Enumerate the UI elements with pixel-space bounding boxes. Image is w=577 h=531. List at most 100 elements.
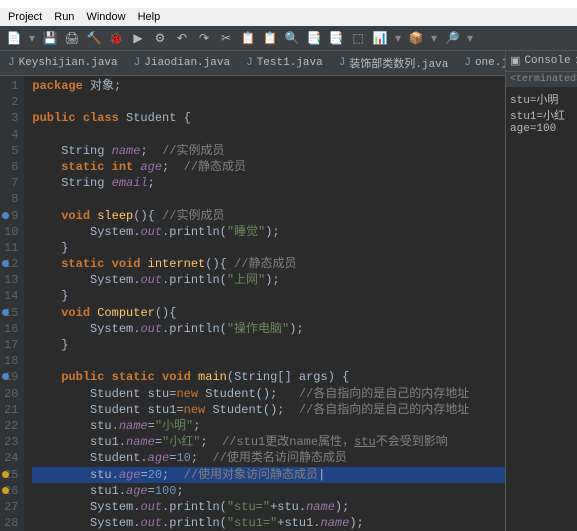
line-number[interactable]: 25 xyxy=(4,467,18,483)
editor-tab[interactable]: JTest1.java xyxy=(238,51,331,75)
code-line[interactable] xyxy=(32,191,505,207)
code-line[interactable]: System.out.println("stu1="+stu1.name); xyxy=(32,515,505,531)
line-number[interactable]: 6 xyxy=(4,159,18,175)
toolbar-button-7[interactable]: ⚙ xyxy=(152,30,168,46)
code-line[interactable]: public static void main(String[] args) { xyxy=(32,369,505,385)
toolbar-button-11[interactable]: 📋 xyxy=(240,30,256,46)
toolbar-button-21[interactable]: 🔎 xyxy=(444,30,460,46)
code-line[interactable]: } xyxy=(32,240,505,256)
toolbar-button-12[interactable]: 📋 xyxy=(262,30,278,46)
toolbar: 📄 ▾ 💾 🖨 🔨 🐞 ▶ ⚙ ↶ ↷ ✂ 📋 📋 🔍 📑 📑 ⬚ 📊 ▾ 📦 ▾ 🔎 ▾ xyxy=(0,26,577,51)
toolbar-button-15[interactable]: 📑 xyxy=(328,30,344,46)
line-number[interactable]: 16 xyxy=(4,321,18,337)
line-number[interactable]: 21 xyxy=(4,402,18,418)
toolbar-button-10[interactable]: ✂ xyxy=(218,30,234,46)
code-line[interactable]: Student stu1=new Student(); //各自指向的是自己的内… xyxy=(32,402,505,418)
console-line: age=100 xyxy=(510,123,573,135)
code-line[interactable]: System.out.println("stu="+stu.name); xyxy=(32,499,505,515)
toolbar-button-19[interactable]: 📦 xyxy=(408,30,424,46)
code-line[interactable]: static void internet(){ //静态成员 xyxy=(32,256,505,272)
toolbar-button-14[interactable]: 📑 xyxy=(306,30,322,46)
tab-label: Keyshijian.java xyxy=(19,57,118,69)
menu-help[interactable]: Help xyxy=(138,11,161,23)
line-number[interactable]: 8 xyxy=(4,191,18,207)
editor-tab[interactable]: JJiaodian.java xyxy=(126,51,238,75)
code-line[interactable]: String email; xyxy=(32,175,505,191)
line-number[interactable]: 12 xyxy=(4,256,18,272)
code-line[interactable] xyxy=(32,127,505,143)
editor-area: JKeyshijian.javaJJiaodian.javaJTest1.jav… xyxy=(0,51,505,531)
line-number[interactable]: 11 xyxy=(4,240,18,256)
code-line[interactable]: Student stu=new Student(); //各自指向的是自己的内存… xyxy=(32,386,505,402)
line-number[interactable]: 26 xyxy=(4,483,18,499)
code-line[interactable]: public class Student { xyxy=(32,110,505,126)
toolbar-button-6[interactable]: ▶ xyxy=(130,30,146,46)
menu-run[interactable]: Run xyxy=(54,11,74,23)
toolbar-button-5[interactable]: 🐞 xyxy=(108,30,124,46)
dropdown-icon[interactable]: ▾ xyxy=(394,30,402,46)
editor-tab[interactable]: Jone.java xyxy=(456,51,505,75)
toolbar-button-9[interactable]: ↷ xyxy=(196,30,212,46)
line-number[interactable]: 28 xyxy=(4,515,18,531)
line-number[interactable]: 4 xyxy=(4,127,18,143)
code-line[interactable] xyxy=(32,94,505,110)
code-line[interactable]: void sleep(){ //实例成员 xyxy=(32,208,505,224)
code-line[interactable]: String name; //实例成员 xyxy=(32,143,505,159)
code-line[interactable] xyxy=(32,353,505,369)
line-number[interactable]: 15 xyxy=(4,305,18,321)
editor-tab[interactable]: JKeyshijian.java xyxy=(0,51,126,75)
code-line[interactable]: stu.age=20; //使用对象访问静态成员| xyxy=(32,467,505,483)
code-line[interactable]: System.out.println("操作电脑"); xyxy=(32,321,505,337)
code-line[interactable]: Student.age=10; //使用类名访问静态成员 xyxy=(32,450,505,466)
line-number[interactable]: 24 xyxy=(4,450,18,466)
line-gutter: 1234567891011121314151617181920212223242… xyxy=(0,76,24,531)
line-number[interactable]: 10 xyxy=(4,224,18,240)
code-line[interactable]: stu1.name="小红"; //stu1更改name属性，stu不会受到影响 xyxy=(32,434,505,450)
toolbar-button-3[interactable]: 🖨 xyxy=(64,30,80,46)
toolbar-button-2[interactable]: 💾 xyxy=(42,30,58,46)
line-number[interactable]: 27 xyxy=(4,499,18,515)
title-bar xyxy=(0,0,577,8)
toolbar-button-4[interactable]: 🔨 xyxy=(86,30,102,46)
toolbar-button-8[interactable]: ↶ xyxy=(174,30,190,46)
dropdown-icon[interactable]: ▾ xyxy=(430,30,438,46)
code-line[interactable]: System.out.println("上网"); xyxy=(32,272,505,288)
code-line[interactable]: stu.name="小明"; xyxy=(32,418,505,434)
line-number[interactable]: 7 xyxy=(4,175,18,191)
editor-tab[interactable]: J装饰部类数列.java xyxy=(331,51,457,75)
line-number[interactable]: 23 xyxy=(4,434,18,450)
dropdown-icon[interactable]: ▾ xyxy=(466,30,474,46)
tab-label: 装饰部类数列.java xyxy=(349,55,448,71)
code-line[interactable]: } xyxy=(32,288,505,304)
line-number[interactable]: 20 xyxy=(4,386,18,402)
line-number[interactable]: 5 xyxy=(4,143,18,159)
line-number[interactable]: 3 xyxy=(4,110,18,126)
menu-project[interactable]: Project xyxy=(8,11,42,23)
toolbar-button-13[interactable]: 🔍 xyxy=(284,30,300,46)
code-lines[interactable]: package 对象; public class Student { String… xyxy=(24,76,505,531)
dropdown-icon[interactable]: ▾ xyxy=(28,30,36,46)
line-number[interactable]: 22 xyxy=(4,418,18,434)
line-number[interactable]: 18 xyxy=(4,353,18,369)
line-number[interactable]: 1 xyxy=(4,78,18,94)
toolbar-button-17[interactable]: 📊 xyxy=(372,30,388,46)
code-line[interactable]: stu1.age=100; xyxy=(32,483,505,499)
line-number[interactable]: 19 xyxy=(4,369,18,385)
line-number[interactable]: 13 xyxy=(4,272,18,288)
menu-window[interactable]: Window xyxy=(86,11,125,23)
toolbar-button-16[interactable]: ⬚ xyxy=(350,30,366,46)
code-line[interactable]: static int age; //静态成员 xyxy=(32,159,505,175)
line-number[interactable]: 17 xyxy=(4,337,18,353)
tab-label: Jiaodian.java xyxy=(144,57,230,69)
code-editor[interactable]: 1234567891011121314151617181920212223242… xyxy=(0,76,505,531)
line-number[interactable]: 2 xyxy=(4,94,18,110)
line-number[interactable]: 9 xyxy=(4,208,18,224)
java-file-icon: J xyxy=(464,57,471,69)
console-header: ▣ Console ✕ xyxy=(506,51,577,72)
toolbar-button-0[interactable]: 📄 xyxy=(6,30,22,46)
line-number[interactable]: 14 xyxy=(4,288,18,304)
code-line[interactable]: package 对象; xyxy=(32,78,505,94)
code-line[interactable]: } xyxy=(32,337,505,353)
code-line[interactable]: System.out.println("睡觉"); xyxy=(32,224,505,240)
code-line[interactable]: void Computer(){ xyxy=(32,305,505,321)
